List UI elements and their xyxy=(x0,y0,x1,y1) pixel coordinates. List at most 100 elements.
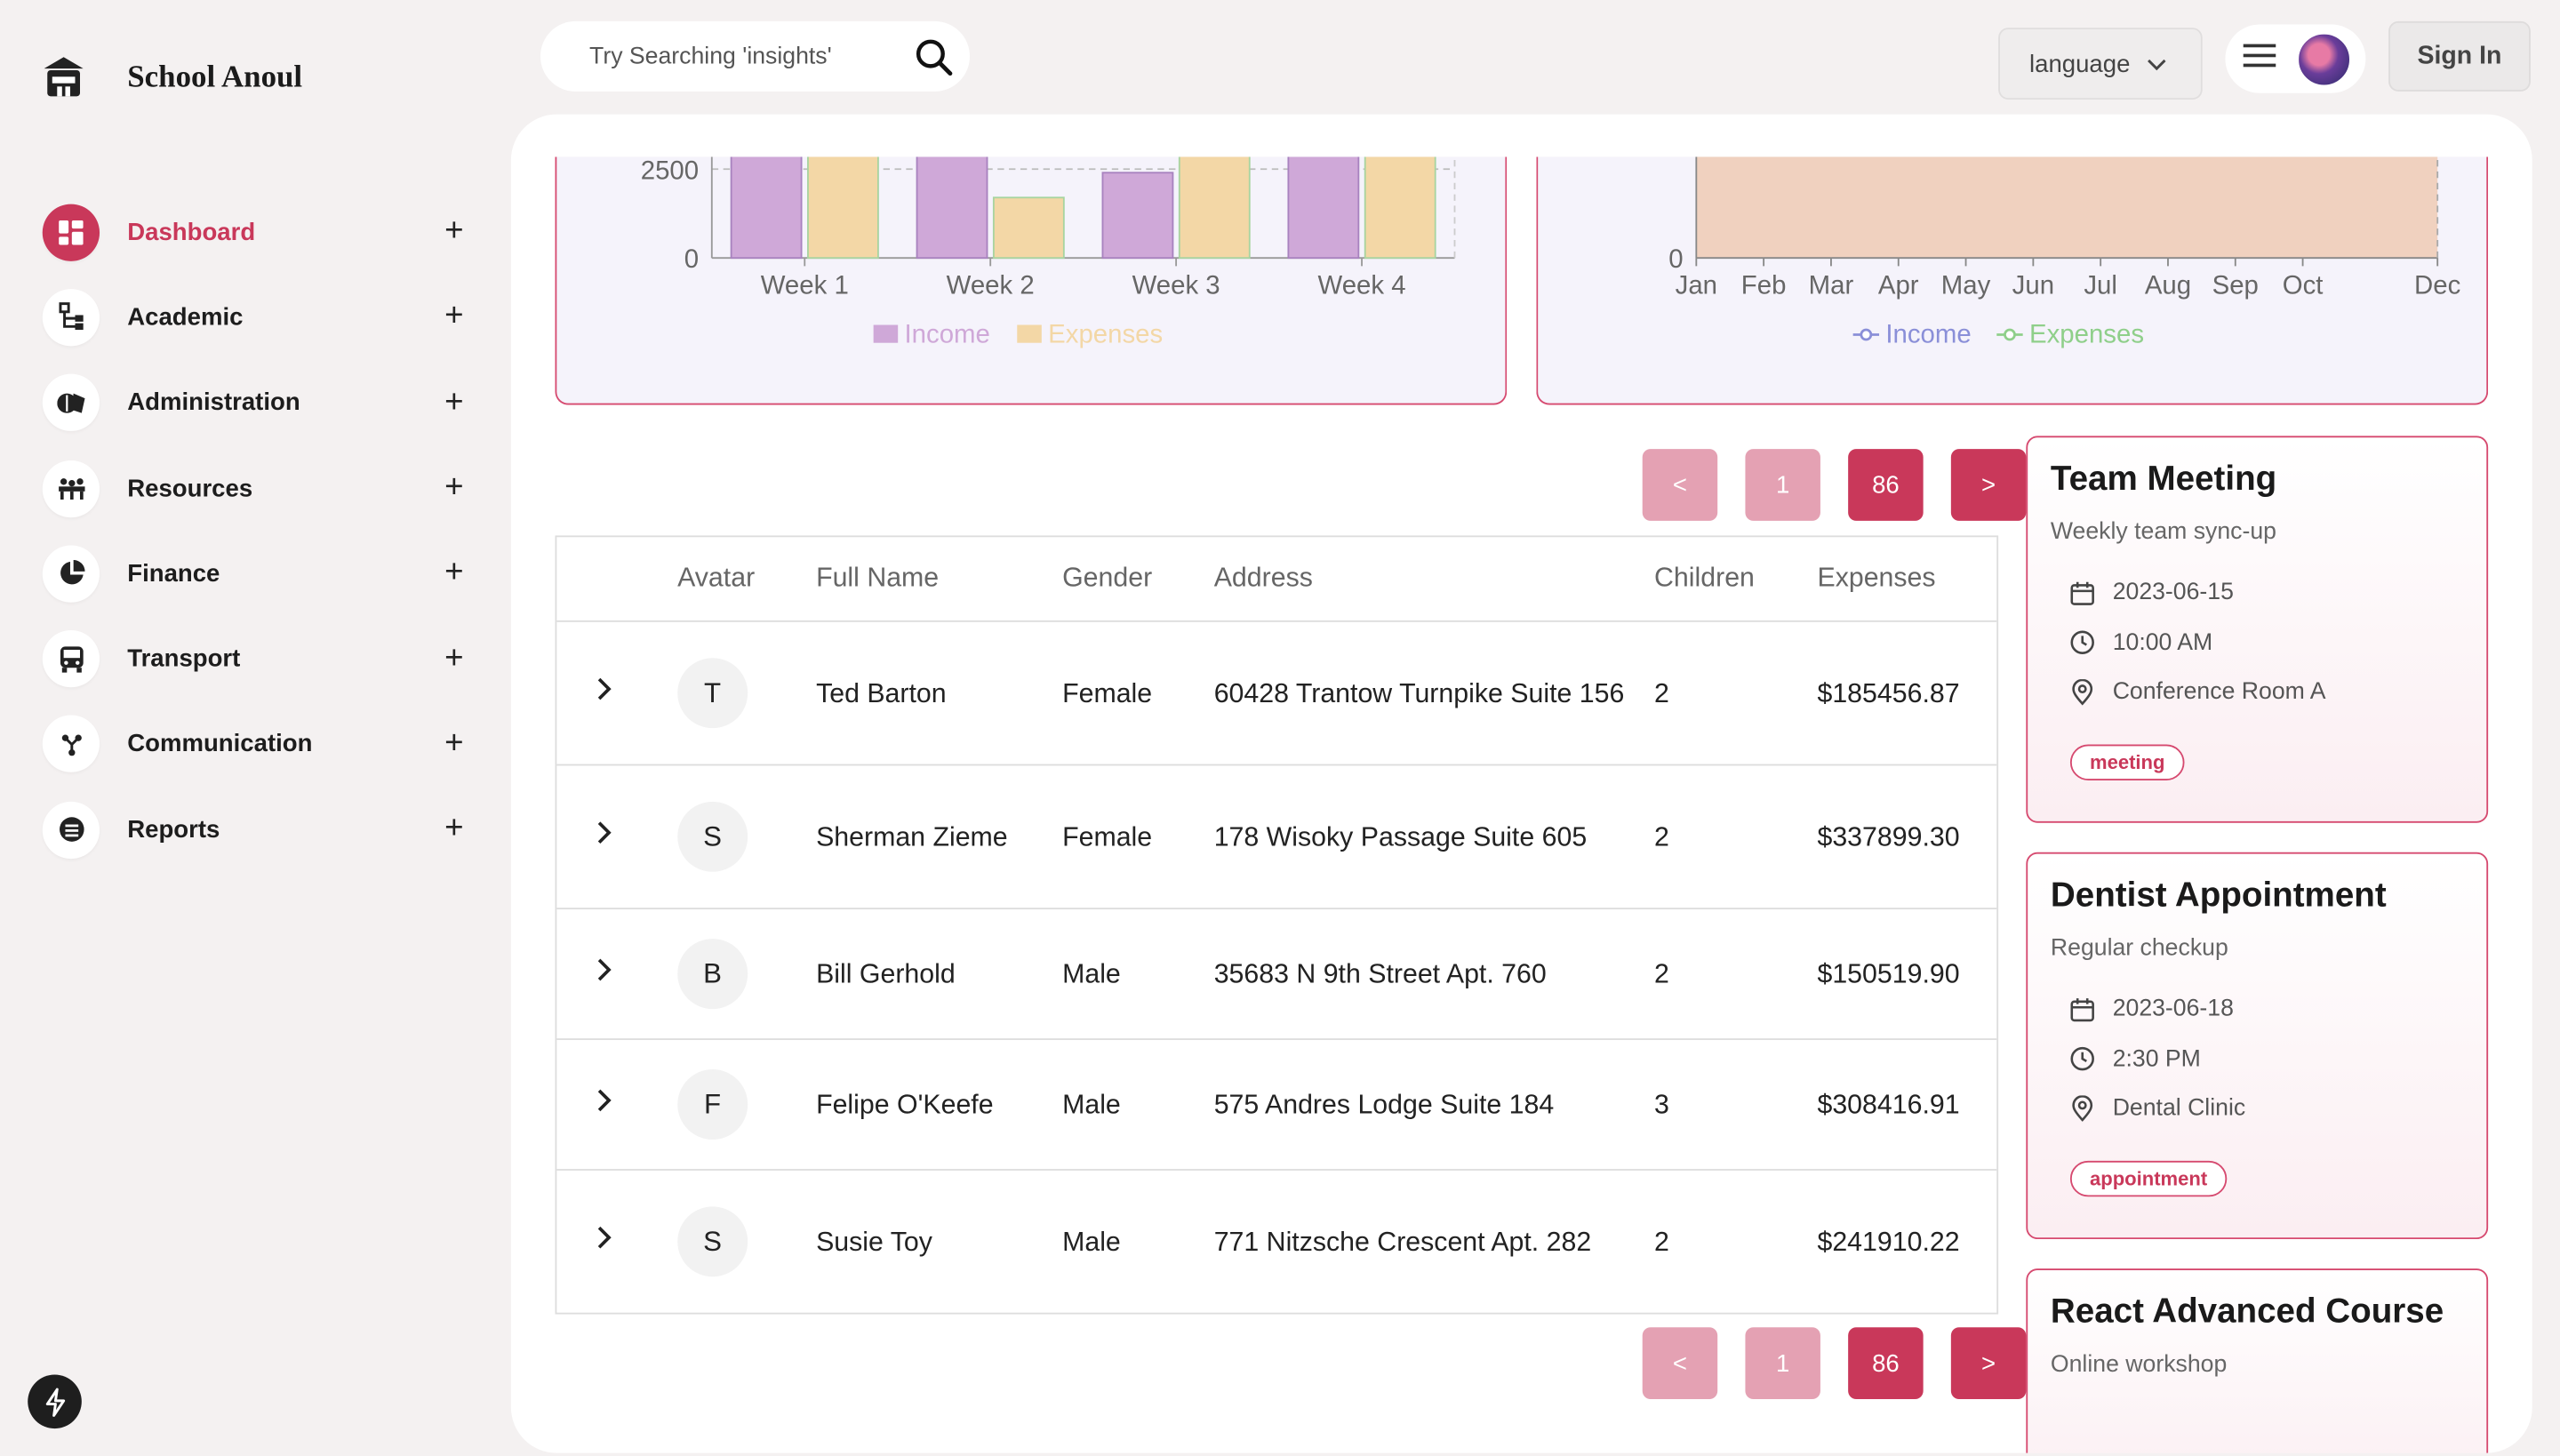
column-header[interactable]: Expenses xyxy=(1817,564,1996,595)
sidebar-item-reports[interactable]: Reports + xyxy=(42,787,477,872)
brand[interactable]: School Anoul xyxy=(43,55,302,100)
expand-row-button[interactable] xyxy=(556,953,677,996)
table-row[interactable]: T Ted Barton Female 60428 Trantow Turnpi… xyxy=(556,622,1997,766)
sidebar-item-label: Communication xyxy=(127,730,313,759)
table-row[interactable]: S Susie Toy Male 771 Nitzsche Crescent A… xyxy=(556,1171,1996,1313)
event-subtitle: Regular checkup xyxy=(2050,935,2228,962)
event-card[interactable]: Dentist Appointment Regular checkup 2023… xyxy=(2026,852,2489,1240)
column-header[interactable]: Full Name xyxy=(816,564,1062,595)
sidebar-item-administration[interactable]: Administration + xyxy=(42,360,477,445)
expand-icon[interactable]: + xyxy=(444,213,463,251)
expand-icon[interactable]: + xyxy=(444,384,463,421)
avatar: S xyxy=(677,801,748,872)
user-menu[interactable] xyxy=(2225,24,2366,93)
expand-icon[interactable]: + xyxy=(444,811,463,848)
table-row[interactable]: F Felipe O'Keefe Male 575 Andres Lodge S… xyxy=(556,1040,1997,1171)
monthly-area-chart-card: 30000JanFebMarAprMayJunJulAugSepOctDecIn… xyxy=(1536,156,2489,405)
current-page-button[interactable]: 86 xyxy=(1848,449,1924,521)
sidebar-item-dashboard[interactable]: Dashboard + xyxy=(42,189,477,275)
brand-name: School Anoul xyxy=(127,60,303,95)
sidebar-item-resources[interactable]: Resources + xyxy=(42,445,477,531)
sidebar-item-academic[interactable]: Academic + xyxy=(42,275,477,360)
prev-page-button[interactable]: < xyxy=(1642,1327,1718,1400)
expand-icon[interactable]: + xyxy=(444,640,463,677)
event-card[interactable]: React Advanced Course Online workshop xyxy=(2026,1268,2489,1453)
expand-icon[interactable]: + xyxy=(444,299,463,336)
x-tick-label: Week 1 xyxy=(761,271,849,300)
y-tick-label: 2500 xyxy=(641,156,699,185)
x-tick-label: May xyxy=(1941,271,1991,300)
expenses-cell: $337899.30 xyxy=(1817,821,1960,852)
sidebar-item-finance[interactable]: Finance + xyxy=(42,531,477,616)
event-tag[interactable]: appointment xyxy=(2069,1159,2228,1196)
main-panel: 2500 0 Week 1 Week 2 Week 3 Week 4 Income Expen… xyxy=(510,114,2532,1453)
sidebar-item-label: Resources xyxy=(127,474,253,502)
finance-icon xyxy=(42,545,100,603)
expenses-cell: $308416.91 xyxy=(1817,1089,1960,1120)
expand-row-button[interactable] xyxy=(556,1220,677,1263)
gender-cell: Male xyxy=(1062,1227,1121,1257)
school-logo-icon xyxy=(43,55,85,100)
prev-page-button[interactable]: < xyxy=(1642,449,1718,521)
legend-swatch-income xyxy=(873,324,899,343)
column-header[interactable]: Avatar xyxy=(677,564,816,595)
expenses-cell: $241910.22 xyxy=(1817,1227,1960,1257)
expand-row-button[interactable] xyxy=(556,815,677,858)
avatar[interactable] xyxy=(2295,29,2353,88)
administration-icon xyxy=(42,374,100,432)
sidebar-item-communication[interactable]: Communication + xyxy=(42,701,477,787)
expand-icon[interactable]: + xyxy=(444,555,463,592)
income-bar xyxy=(1101,172,1174,260)
legend-label-income: Income xyxy=(1885,320,1971,349)
x-tick-label: Jul xyxy=(2084,271,2117,300)
expand-row-button[interactable] xyxy=(556,672,677,715)
page-1-button[interactable]: 1 xyxy=(1745,1327,1820,1400)
next-page-button[interactable]: > xyxy=(1950,1327,2027,1400)
x-tick-label: Mar xyxy=(1809,271,1854,300)
search-input[interactable] xyxy=(589,43,900,70)
sidebar-item-transport[interactable]: Transport + xyxy=(42,616,477,701)
lightning-icon[interactable] xyxy=(28,1374,82,1429)
search-icon[interactable] xyxy=(915,37,954,84)
sidebar-item-label: Administration xyxy=(127,388,300,417)
avatar: F xyxy=(677,1069,748,1140)
reports-icon xyxy=(42,801,100,859)
x-tick-label: Dec xyxy=(2414,271,2460,300)
column-header[interactable]: Children xyxy=(1654,564,1817,595)
weekly-bar-chart: 2500 0 Week 1 Week 2 Week 3 Week 4 Income Expen… xyxy=(641,156,1456,349)
chevron-right-icon xyxy=(597,676,612,700)
resources-icon xyxy=(42,460,100,517)
event-time-text: 2:30 PM xyxy=(2112,1045,2201,1073)
table-row[interactable]: S Sherman Zieme Female 178 Wisoky Passag… xyxy=(556,765,1997,910)
current-page-button[interactable]: 86 xyxy=(1848,1327,1924,1400)
column-header[interactable]: Address xyxy=(1214,564,1654,595)
page-1-button[interactable]: 1 xyxy=(1745,449,1820,521)
expand-row-button[interactable] xyxy=(556,1084,677,1126)
language-select[interactable]: language xyxy=(1998,28,2203,100)
column-header[interactable]: Gender xyxy=(1062,564,1214,595)
address-cell: 35683 N 9th Street Apt. 760 xyxy=(1213,959,1547,989)
expenses-cell: $185456.87 xyxy=(1817,678,1960,708)
legend-label-income: Income xyxy=(905,320,990,349)
chevron-down-icon xyxy=(2147,50,2166,77)
expenses-cell: $150519.90 xyxy=(1817,959,1960,989)
x-tick-label: Week 2 xyxy=(947,271,1035,300)
event-location-text: Conference Room A xyxy=(2112,679,2326,706)
chevron-right-icon xyxy=(597,957,612,980)
expand-icon[interactable]: + xyxy=(444,469,463,507)
calendar-icon xyxy=(2070,581,2094,605)
table-row[interactable]: B Bill Gerhold Male 35683 N 9th Street A… xyxy=(556,909,1997,1040)
event-date-text: 2023-06-18 xyxy=(2112,996,2234,1023)
x-tick-label: Sep xyxy=(2212,271,2259,300)
full-name-cell: Sherman Zieme xyxy=(816,821,1008,852)
y-tick-label: 0 xyxy=(684,244,699,274)
event-tag[interactable]: meeting xyxy=(2069,743,2185,780)
event-title: React Advanced Course xyxy=(2050,1292,2444,1331)
sidebar-item-label: Academic xyxy=(127,303,244,332)
sign-in-button[interactable]: Sign In xyxy=(2388,20,2531,92)
expand-icon[interactable]: + xyxy=(444,725,463,763)
event-card[interactable]: Team Meeting Weekly team sync-up 2023-06… xyxy=(2026,436,2489,823)
next-page-button[interactable]: > xyxy=(1950,449,2027,521)
x-tick-label: Apr xyxy=(1878,271,1919,300)
hamburger-menu-icon[interactable] xyxy=(2243,42,2276,76)
